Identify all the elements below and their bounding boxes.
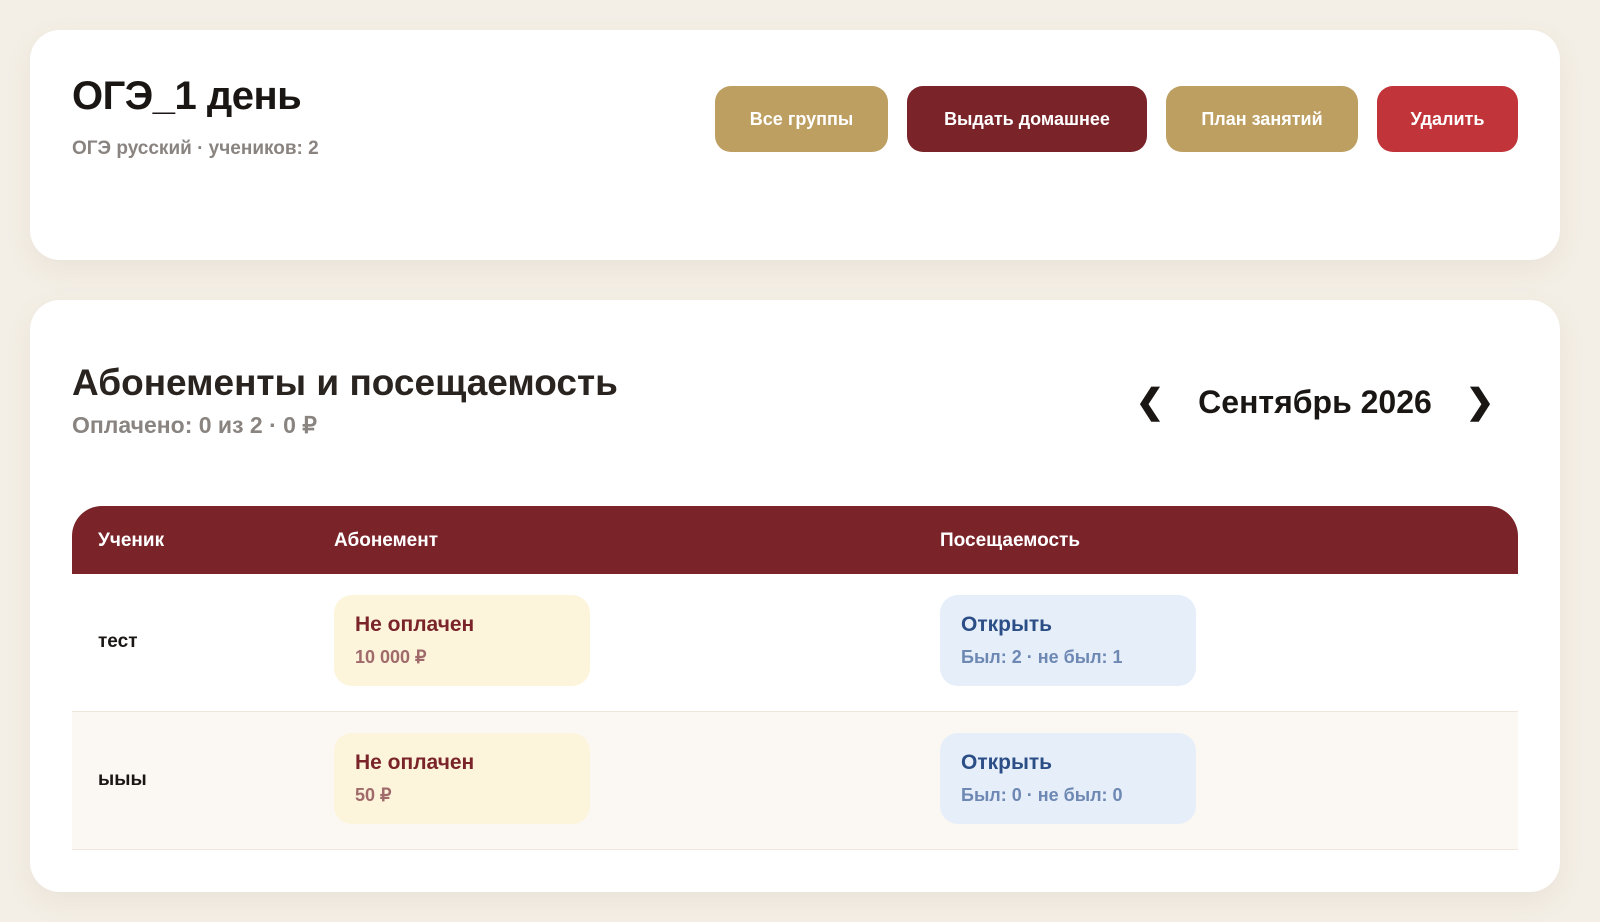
assign-homework-button[interactable]: Выдать домашнее xyxy=(907,86,1147,152)
attendance-counts: Был: 0 · не был: 0 xyxy=(961,785,1123,805)
subscription-status-pill[interactable]: Не оплачен 50 ₽ xyxy=(334,733,590,824)
attendance-counts: Был: 2 · не был: 1 xyxy=(961,647,1123,667)
lesson-plan-button[interactable]: План занятий xyxy=(1166,86,1358,152)
subscription-status: Не оплачен xyxy=(355,613,475,636)
attendance-open-button[interactable]: Открыть Был: 2 · не был: 1 xyxy=(940,595,1196,686)
subscription-amount: 50 ₽ xyxy=(355,785,392,805)
subscriptions-card: Абонементы и посещаемость Оплачено: 0 из… xyxy=(30,300,1560,892)
payment-summary: Оплачено: 0 из 2 · 0 ₽ xyxy=(72,412,317,438)
delete-group-button[interactable]: Удалить xyxy=(1377,86,1518,152)
all-groups-button[interactable]: Все группы xyxy=(715,86,888,152)
subscription-status: Не оплачен xyxy=(355,751,475,774)
attendance-open-label: Открыть xyxy=(961,751,1053,774)
chevron-left-icon[interactable]: ❮ xyxy=(1128,380,1172,424)
table-header: Ученик Абонемент Посещаемость xyxy=(72,506,1518,574)
column-header-subscription: Абонемент xyxy=(334,530,439,551)
subscriptions-table: Ученик Абонемент Посещаемость тест Не оп… xyxy=(72,506,1518,850)
current-month: Сентябрь 2026 xyxy=(1198,383,1432,420)
attendance-open-label: Открыть xyxy=(961,613,1053,636)
attendance-open-button[interactable]: Открыть Был: 0 · не был: 0 xyxy=(940,733,1196,824)
subscription-amount: 10 000 ₽ xyxy=(355,647,427,667)
table-row: тест Не оплачен 10 000 ₽ Открыть Был: 2 … xyxy=(72,574,1518,712)
subscription-status-pill[interactable]: Не оплачен 10 000 ₽ xyxy=(334,595,590,686)
column-header-student: Ученик xyxy=(98,530,165,551)
group-header-card: ОГЭ_1 день ОГЭ русский · учеников: 2 Все… xyxy=(30,30,1560,260)
table-row: ыыы Не оплачен 50 ₽ Открыть Был: 0 · не … xyxy=(72,712,1518,850)
student-name: ыыы xyxy=(98,769,147,790)
month-navigator: ❮ Сентябрь 2026 ❯ xyxy=(1128,380,1502,424)
group-actions: Все группы Выдать домашнее План занятий … xyxy=(715,86,1518,152)
section-title: Абонементы и посещаемость xyxy=(72,362,618,403)
group-meta: ОГЭ русский · учеников: 2 xyxy=(72,138,319,159)
chevron-right-icon[interactable]: ❯ xyxy=(1458,380,1502,424)
column-header-attendance: Посещаемость xyxy=(940,530,1081,551)
group-title: ОГЭ_1 день xyxy=(72,74,302,118)
student-name: тест xyxy=(98,631,138,652)
